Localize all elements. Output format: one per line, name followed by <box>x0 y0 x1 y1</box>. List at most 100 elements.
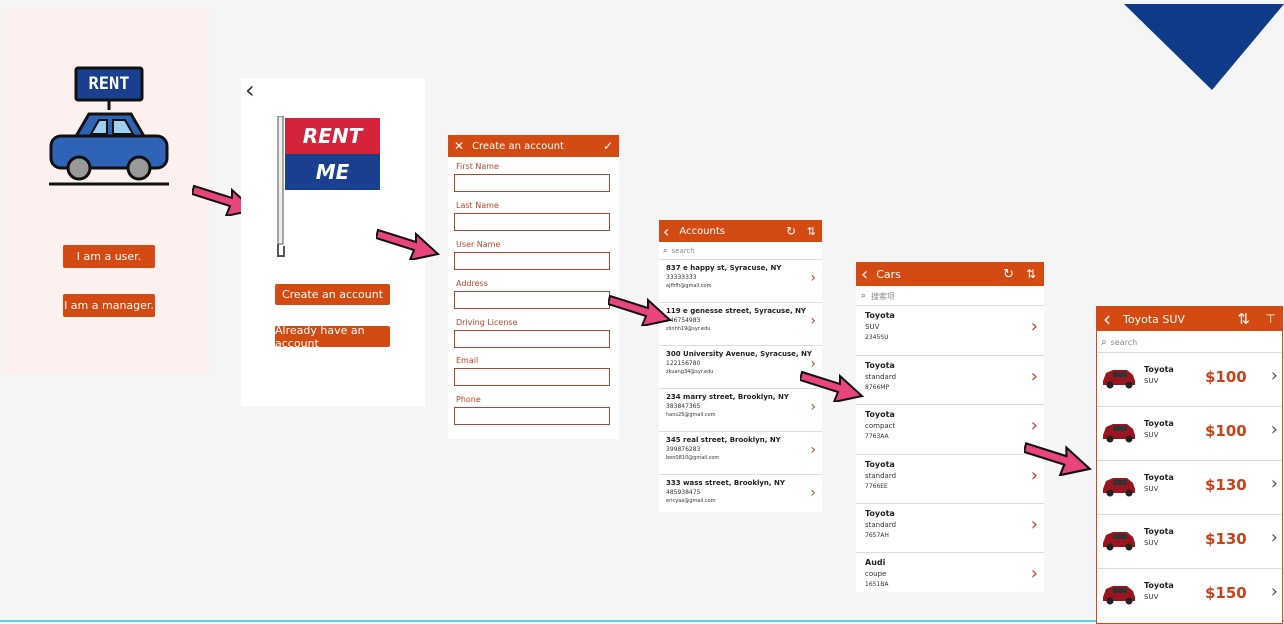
refresh-icon[interactable]: ↻ <box>1003 267 1014 282</box>
suv-row[interactable]: Toyota SUV $150 › <box>1097 569 1282 622</box>
cars-search-bar[interactable]: ⌕ 搜索项 <box>856 287 1044 306</box>
back-chevron-icon[interactable]: ‹ <box>245 78 255 104</box>
sort-icon[interactable]: ⇅ <box>1237 310 1250 328</box>
welcome-screen: RENT I am a user. I am a manager. <box>3 8 210 373</box>
chevron-right-icon: › <box>1270 581 1278 602</box>
suv-make: Toyota <box>1144 365 1174 374</box>
back-chevron-icon[interactable]: ‹ <box>663 222 669 241</box>
suv-make: Toyota <box>1144 527 1174 536</box>
car-id: 1651BA <box>865 581 889 588</box>
email-input[interactable] <box>454 368 610 386</box>
last-name-label: Last Name <box>456 201 499 210</box>
checkmark-icon[interactable]: ✓ <box>603 139 613 153</box>
car-row[interactable]: Toyota standard 7657AH › <box>856 504 1044 553</box>
chevron-right-icon: › <box>1030 514 1038 535</box>
car-type: standard <box>865 373 897 381</box>
bottom-accent-line <box>0 620 1284 622</box>
suv-row[interactable]: Toyota SUV $100 › <box>1097 407 1282 461</box>
account-address: 300 University Avenue, Syracuse, NY <box>666 350 812 358</box>
i-am-manager-button[interactable]: I am a manager. <box>63 294 155 317</box>
chevron-right-icon: › <box>1270 419 1278 440</box>
account-email: hans25@gmail.com <box>666 412 716 418</box>
i-am-user-button[interactable]: I am a user. <box>63 245 155 268</box>
account-email: zlinhh19@syr.edu <box>666 326 711 332</box>
phone-input[interactable] <box>454 407 610 425</box>
sort-icon[interactable]: ⇅ <box>807 225 816 238</box>
account-row[interactable]: 837 e happy st, Syracuse, NY 33333333 aj… <box>659 260 822 303</box>
refresh-icon[interactable]: ↻ <box>786 224 796 238</box>
close-icon[interactable]: ✕ <box>454 139 464 153</box>
red-suv-thumbnail <box>1103 532 1135 551</box>
accounts-header: ‹ Accounts ↻ ⇅ <box>659 220 822 242</box>
accounts-search-bar[interactable]: ⌕ search <box>659 243 822 260</box>
car-id: 7763AA <box>865 433 889 440</box>
user-name-label: User Name <box>456 240 501 249</box>
account-row[interactable]: 345 real street, Brooklyn, NY 399876283 … <box>659 432 822 475</box>
driving-license-label: Driving License <box>456 318 518 327</box>
car-type: compact <box>865 422 896 430</box>
flag-line1: RENT <box>302 124 363 148</box>
car-id: 2345SU <box>865 334 889 341</box>
create-account-title: Create an account <box>472 140 564 152</box>
cars-title: Cars <box>876 267 901 281</box>
account-address: 837 e happy st, Syracuse, NY <box>666 264 782 272</box>
account-row[interactable]: 333 wass street, Brooklyn, NY 485938475 … <box>659 475 822 511</box>
chevron-right-icon: › <box>810 485 816 501</box>
chevron-right-icon: › <box>1030 316 1038 337</box>
car-row[interactable]: Toyota standard 8766MP › <box>856 356 1044 405</box>
toyota-suv-title: Toyota SUV <box>1123 312 1185 326</box>
car-row[interactable]: Toyota compact 7763AA › <box>856 405 1044 455</box>
flow-arrow-icon <box>608 294 673 326</box>
rent-me-flag: RENT ME <box>275 115 381 262</box>
suv-row[interactable]: Toyota SUV $100 › <box>1097 353 1282 407</box>
already-have-account-button[interactable]: Already have an account <box>275 324 390 350</box>
chevron-right-icon: › <box>810 270 816 286</box>
phone-label: Phone <box>456 395 481 404</box>
back-chevron-icon[interactable]: ‹ <box>1103 307 1111 331</box>
account-email: ericyaa@gmail.com <box>666 498 716 504</box>
search-placeholder: search <box>671 247 695 255</box>
account-row[interactable]: 300 University Avenue, Syracuse, NY 1221… <box>659 346 822 389</box>
driving-license-input[interactable] <box>454 330 610 348</box>
account-address: 345 real street, Brooklyn, NY <box>666 436 781 444</box>
car-row[interactable]: Audi coupe 1651BA › <box>856 553 1044 592</box>
car-id: 8766MP <box>865 384 890 391</box>
last-name-input[interactable] <box>454 213 610 231</box>
car-make: Toyota <box>865 460 895 469</box>
suv-row[interactable]: Toyota SUV $130 › <box>1097 461 1282 515</box>
chevron-right-icon: › <box>1270 365 1278 386</box>
cars-screen: ‹ Cars ↻ ⇅ ⌕ 搜索项 Toyota SUV 2345SU › Toy… <box>856 262 1044 592</box>
suv-make: Toyota <box>1144 581 1174 590</box>
car-row[interactable]: Toyota SUV 2345SU › <box>856 306 1044 356</box>
car-make: Toyota <box>865 311 895 320</box>
car-id: 7657AH <box>865 532 889 539</box>
filter-icon[interactable]: ⊤ <box>1266 312 1276 326</box>
accounts-title: Accounts <box>679 225 725 237</box>
suv-row[interactable]: Toyota SUV $130 › <box>1097 515 1282 569</box>
rent-sign-text: RENT <box>88 74 130 94</box>
chevron-right-icon: › <box>1030 366 1038 387</box>
address-input[interactable] <box>454 291 610 309</box>
car-row[interactable]: Toyota standard 7766EE › <box>856 455 1044 504</box>
accounts-screen: ‹ Accounts ↻ ⇅ ⌕ search 837 e happy st, … <box>659 220 822 512</box>
search-icon: ⌕ <box>663 246 668 255</box>
red-suv-thumbnail <box>1103 586 1135 605</box>
back-chevron-icon[interactable]: ‹ <box>861 264 868 285</box>
account-row[interactable]: 119 e genesse street, Syracuse, NY 74675… <box>659 303 822 346</box>
suv-make: Toyota <box>1144 419 1174 428</box>
account-address: 333 wass street, Brooklyn, NY <box>666 479 785 487</box>
account-phone: 33333333 <box>666 274 697 281</box>
first-name-input[interactable] <box>454 174 610 192</box>
suv-search-bar[interactable]: ⌕ search <box>1097 332 1282 353</box>
create-account-screen: ✕ Create an account ✓ First Name Last Na… <box>448 135 619 439</box>
car-type: coupe <box>865 570 887 578</box>
sort-icon[interactable]: ⇅ <box>1026 267 1036 281</box>
chevron-right-icon: › <box>1030 563 1038 584</box>
red-suv-thumbnail <box>1103 424 1135 443</box>
create-account-button[interactable]: Create an account <box>275 284 390 305</box>
suv-type: SUV <box>1144 539 1159 547</box>
account-row[interactable]: 234 marry street, Brooklyn, NY 383847365… <box>659 389 822 432</box>
user-name-input[interactable] <box>454 252 610 270</box>
rent-car-logo: RENT <box>45 64 173 194</box>
account-phone: 485938475 <box>666 489 701 496</box>
